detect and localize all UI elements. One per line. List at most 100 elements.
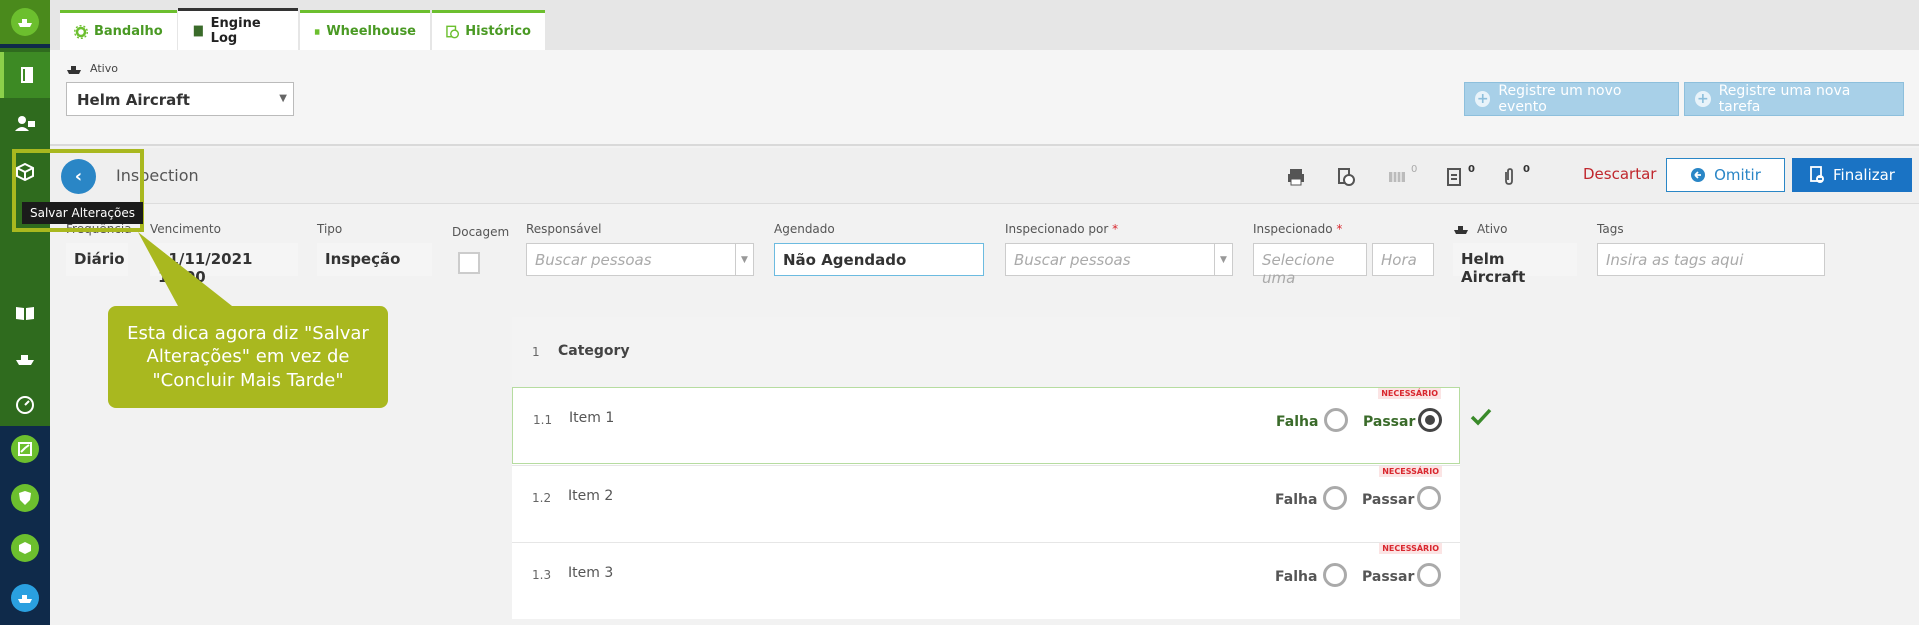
due-label: Vencimento: [150, 222, 221, 236]
inspected-time-input[interactable]: Hora: [1372, 243, 1434, 276]
tags-input[interactable]: Insira as tags aqui: [1597, 243, 1825, 276]
pass-radio[interactable]: [1418, 408, 1442, 432]
app-logo[interactable]: [0, 0, 50, 44]
checklist-row: 1.2 Item 2 NECESSÁRIO Falha Passar: [512, 465, 1460, 542]
people-icon: [15, 116, 35, 131]
discard-link[interactable]: Descartar: [1583, 165, 1656, 183]
pass-radio[interactable]: [1417, 563, 1441, 587]
pass-radio[interactable]: [1417, 486, 1441, 510]
asset-field-label: Ativo: [1453, 222, 1507, 236]
sidebar-item-vessels[interactable]: [0, 336, 50, 382]
pass-label: Passar: [1363, 414, 1416, 430]
fail-radio[interactable]: [1323, 563, 1347, 587]
attachment-icon[interactable]: [1500, 168, 1518, 186]
book-icon: [193, 25, 203, 37]
attachment-count: 0: [1523, 164, 1530, 175]
category-header: 1 Category: [512, 317, 1460, 387]
notes-count: 0: [1468, 164, 1475, 175]
sidebar-item-security[interactable]: [0, 475, 50, 521]
inspected-date-input[interactable]: Selecione uma: [1253, 243, 1367, 287]
notes-icon[interactable]: [1445, 168, 1463, 186]
chevron-down-icon: ▼: [1214, 244, 1232, 275]
tags-label: Tags: [1597, 222, 1624, 236]
annotation-callout: Esta dica agora diz "Salvar Alterações" …: [108, 306, 388, 408]
ship-logo-icon: [11, 8, 39, 36]
schedule-icon[interactable]: [1337, 168, 1355, 186]
sidebar-item-logbook[interactable]: [0, 52, 50, 98]
inspected-by-search-input[interactable]: Buscar pessoas ▼: [1005, 243, 1233, 276]
new-task-button[interactable]: + Registre uma nova tarefa: [1684, 82, 1904, 116]
gear-icon: [74, 24, 88, 39]
pass-label: Passar: [1362, 569, 1415, 585]
item-number: 1.3: [532, 568, 552, 582]
sidebar-item-crew[interactable]: [0, 100, 50, 146]
responsible-search-input[interactable]: Buscar pessoas ▼: [526, 243, 754, 276]
tab-label: Engine Log: [210, 16, 261, 46]
tab-label: Wheelhouse: [326, 24, 416, 39]
tab-historico[interactable]: Histórico: [432, 10, 545, 50]
checklist: 1 Category 1.1 Item 1 NECESSÁRIO Falha P…: [512, 317, 1460, 619]
pass-label: Passar: [1362, 492, 1415, 508]
inspected-by-label: Inspecionado por *: [1005, 222, 1119, 236]
required-badge: NECESSÁRIO: [1379, 466, 1442, 477]
asset-bar: Ativo Helm Aircraft ▼ + Registre um novo…: [50, 50, 1919, 146]
finish-button[interactable]: Finalizar: [1792, 158, 1912, 192]
omit-button[interactable]: Omitir: [1666, 158, 1785, 192]
due-value: 11/11/2021 12:00: [150, 243, 298, 286]
boat-icon: [11, 584, 39, 612]
responsible-label: Responsável: [526, 222, 602, 236]
history-icon: [446, 25, 460, 38]
inspection-header: ‹ Inspection 0 0 0 Descartar Omitir Fina…: [50, 148, 1919, 204]
chevron-down-icon: ▼: [735, 244, 753, 275]
item-name: Item 3: [568, 565, 614, 581]
item-number: 1.1: [533, 413, 553, 427]
parts-icon[interactable]: [1388, 168, 1406, 186]
docking-checkbox[interactable]: [458, 252, 480, 274]
sidebar: [0, 0, 50, 625]
fail-radio[interactable]: [1324, 408, 1348, 432]
type-label: Tipo: [317, 222, 343, 236]
sidebar-item-fleet[interactable]: [0, 575, 50, 621]
category-title: Category: [558, 343, 630, 359]
docking-label: Docagem: [452, 225, 510, 239]
ship-icon: [1454, 226, 1468, 234]
chart-icon: [11, 435, 39, 463]
ship-icon: [67, 65, 81, 74]
save-changes-tooltip: Salvar Alterações: [22, 202, 143, 224]
tab-bandalho[interactable]: Bandalho: [60, 10, 177, 50]
inspected-label: Inspecionado *: [1253, 222, 1343, 236]
tab-label: Histórico: [465, 24, 531, 39]
gauge-icon: [16, 396, 34, 414]
ship-icon: [16, 355, 34, 365]
check-icon: [1470, 408, 1492, 426]
fail-label: Falha: [1275, 569, 1318, 585]
print-icon[interactable]: [1287, 168, 1305, 186]
sidebar-item-reports[interactable]: [0, 426, 50, 472]
item-name: Item 1: [569, 410, 615, 426]
item-number: 1.2: [532, 491, 552, 505]
tab-wheelhouse[interactable]: Wheelhouse: [300, 10, 430, 50]
undo-icon: [1691, 168, 1706, 182]
fail-label: Falha: [1276, 414, 1319, 430]
chevron-down-icon: ▼: [279, 93, 287, 104]
asset-select[interactable]: Helm Aircraft ▼: [66, 82, 294, 116]
sidebar-item-packages[interactable]: [0, 525, 50, 571]
sidebar-item-manuals[interactable]: [0, 290, 50, 336]
asset-label: Ativo: [66, 62, 118, 75]
shield-icon: [11, 484, 39, 512]
new-event-button[interactable]: + Registre um novo evento: [1464, 82, 1679, 116]
book-icon: [21, 67, 33, 83]
type-value: Inspeção: [317, 243, 432, 276]
checklist-row: 1.1 Item 1 NECESSÁRIO Falha Passar: [512, 387, 1460, 464]
required-badge: NECESSÁRIO: [1379, 543, 1442, 554]
fail-radio[interactable]: [1323, 486, 1347, 510]
asset-value: Helm Aircraft: [1453, 243, 1577, 286]
tab-engine-log[interactable]: Engine Log: [178, 8, 298, 51]
document-minus-icon: [1810, 166, 1824, 183]
scheduled-field[interactable]: Não Agendado: [774, 243, 984, 276]
parts-count: 0: [1411, 164, 1418, 175]
plus-icon: +: [1475, 91, 1491, 107]
sidebar-item-dashboard[interactable]: [0, 382, 50, 428]
book-icon: [314, 28, 320, 35]
required-badge: NECESSÁRIO: [1378, 388, 1441, 399]
